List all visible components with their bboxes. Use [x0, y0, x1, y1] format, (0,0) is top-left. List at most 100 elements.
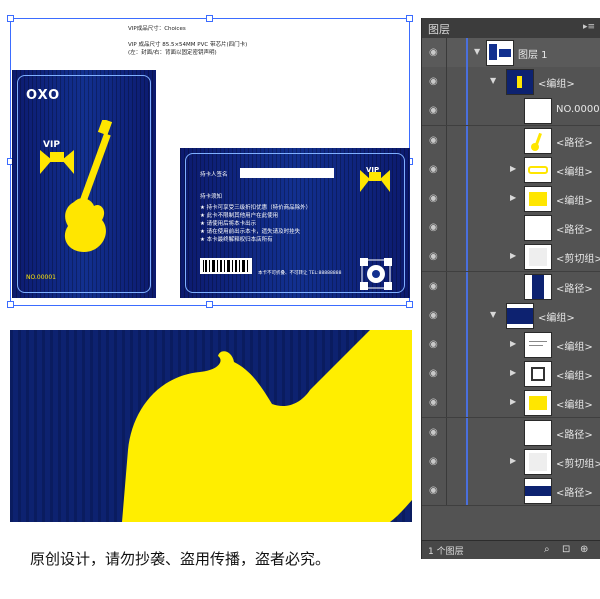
layer-row[interactable]: ◉ ▼ <编组>: [422, 67, 600, 98]
expand-triangle-icon[interactable]: ▶: [510, 339, 516, 348]
layer-row[interactable]: ◉ ▶ <编组>: [422, 388, 600, 419]
new-layer-icon[interactable]: ⊕: [580, 544, 588, 555]
layer-row[interactable]: ◉ ▶ <编组>: [422, 154, 600, 185]
layer-name[interactable]: 图层 1: [518, 46, 548, 61]
layer-row[interactable]: ◉ ▼ 图层 1: [422, 38, 600, 68]
layer-color-bar: [466, 417, 468, 447]
expand-triangle-icon[interactable]: ▶: [510, 164, 516, 173]
lock-column[interactable]: [446, 388, 447, 418]
visibility-eye-icon[interactable]: ◉: [429, 456, 438, 467]
collapse-triangle-icon[interactable]: ▼: [490, 310, 496, 319]
layer-row[interactable]: ◉ ▶ <编组>: [422, 359, 600, 390]
lock-column[interactable]: [446, 38, 447, 67]
visibility-eye-icon[interactable]: ◉: [429, 397, 438, 408]
make-clipping-mask-icon[interactable]: ⊡: [562, 544, 570, 555]
expand-triangle-icon[interactable]: ▶: [510, 368, 516, 377]
notice-line: ★ 请在使用前出示本卡，遗失请及时挂失: [200, 229, 301, 235]
collapse-triangle-icon[interactable]: ▼: [490, 76, 496, 85]
lock-column[interactable]: [446, 330, 447, 359]
layer-name[interactable]: <编组>: [556, 192, 593, 207]
layer-name[interactable]: <编组>: [556, 163, 593, 178]
layer-row[interactable]: ◉ ▶ <剪切组>: [422, 446, 600, 477]
selection-handle[interactable]: [7, 301, 14, 308]
expand-triangle-icon[interactable]: ▶: [510, 251, 516, 260]
lock-column[interactable]: [446, 300, 447, 330]
layer-name[interactable]: <路径>: [556, 221, 593, 236]
selection-handle[interactable]: [406, 301, 413, 308]
layer-row[interactable]: ◉ <路径>: [422, 476, 600, 506]
layer-name[interactable]: <路径>: [556, 280, 593, 295]
layer-row[interactable]: ◉ ▼ <编组>: [422, 300, 600, 331]
visibility-eye-icon[interactable]: ◉: [429, 310, 438, 321]
visibility-eye-icon[interactable]: ◉: [429, 222, 438, 233]
lock-column[interactable]: [446, 417, 447, 447]
layer-thumbnail: [524, 186, 552, 212]
selection-handle[interactable]: [7, 15, 14, 22]
lock-column[interactable]: [446, 242, 447, 272]
lock-column[interactable]: [446, 213, 447, 243]
visibility-eye-icon[interactable]: ◉: [429, 339, 438, 350]
visibility-eye-icon[interactable]: ◉: [429, 368, 438, 379]
layer-name[interactable]: <编组>: [556, 338, 593, 353]
lock-column[interactable]: [446, 271, 447, 301]
visibility-eye-icon[interactable]: ◉: [429, 47, 438, 58]
lock-column[interactable]: [446, 67, 447, 97]
vip-card-back[interactable]: 持卡人签名 持卡须知 ★ 持卡可享受三级折扣优惠（特价商品除外） ★ 此卡不限制…: [180, 148, 410, 298]
lock-column[interactable]: [446, 446, 447, 476]
lock-column[interactable]: [446, 96, 447, 126]
lock-column[interactable]: [446, 184, 447, 213]
expand-triangle-icon[interactable]: ▶: [510, 193, 516, 202]
locate-object-icon[interactable]: ⌕: [544, 544, 550, 555]
layer-name[interactable]: <编组>: [538, 309, 575, 324]
layer-row[interactable]: ◉ ▶ <剪切组>: [422, 242, 600, 273]
layer-row[interactable]: ◉ NO.00001: [422, 96, 600, 127]
vip-text: VIP: [43, 140, 60, 150]
panel-menu-icon[interactable]: ▸≡: [583, 22, 595, 32]
visibility-eye-icon[interactable]: ◉: [429, 135, 438, 146]
layer-name[interactable]: <路径>: [556, 134, 593, 149]
expand-triangle-icon[interactable]: ▶: [510, 456, 516, 465]
collapse-triangle-icon[interactable]: ▼: [474, 47, 480, 56]
layer-row[interactable]: ◉ ▶ <编组>: [422, 330, 600, 360]
layer-row[interactable]: ◉ ▶ <编组>: [422, 184, 600, 214]
selection-handle[interactable]: [206, 301, 213, 308]
visibility-eye-icon[interactable]: ◉: [429, 164, 438, 175]
artboard-canvas[interactable]: VIP成品尺寸：Choices VIP 成品尺寸 85.5×54MM PVC 带…: [7, 15, 413, 308]
layer-name[interactable]: NO.00001: [556, 104, 600, 115]
vip-text: VIP: [366, 166, 380, 174]
layers-panel[interactable]: 图层 ▸≡ ◉ ▼ 图层 1 ◉ ▼ <编组> ◉ NO.00001 ◉ <路径> ◉ ▶ <编组> ◉ ▶…: [421, 18, 600, 559]
layer-row[interactable]: ◉ <路径>: [422, 417, 600, 448]
visibility-eye-icon[interactable]: ◉: [429, 105, 438, 116]
layer-color-bar: [466, 154, 468, 184]
layer-color-bar: [466, 67, 468, 97]
layer-row[interactable]: ◉ <路径>: [422, 213, 600, 244]
lock-column[interactable]: [446, 476, 447, 505]
lock-column[interactable]: [446, 125, 447, 155]
notice-line: ★ 请使用后将本卡出示: [200, 221, 257, 227]
lock-column[interactable]: [446, 154, 447, 184]
visibility-eye-icon[interactable]: ◉: [429, 485, 438, 496]
layer-row[interactable]: ◉ <路径>: [422, 125, 600, 156]
visibility-eye-icon[interactable]: ◉: [429, 251, 438, 262]
layer-name[interactable]: <路径>: [556, 426, 593, 441]
visibility-eye-icon[interactable]: ◉: [429, 76, 438, 87]
visibility-eye-icon[interactable]: ◉: [429, 281, 438, 292]
layers-tab[interactable]: 图层 ▸≡: [422, 18, 600, 38]
layer-row[interactable]: ◉ <路径>: [422, 271, 600, 302]
visibility-eye-icon[interactable]: ◉: [429, 427, 438, 438]
layer-name[interactable]: <编组>: [538, 75, 575, 90]
layer-color-bar: [466, 388, 468, 418]
selection-handle[interactable]: [406, 15, 413, 22]
layer-name[interactable]: <剪切组>: [556, 455, 600, 470]
visibility-eye-icon[interactable]: ◉: [429, 193, 438, 204]
lock-column[interactable]: [446, 359, 447, 389]
selection-handle[interactable]: [206, 15, 213, 22]
layer-name[interactable]: <剪切组>: [556, 250, 600, 265]
brand-logo: OXO: [26, 88, 61, 103]
layer-name[interactable]: <编组>: [556, 367, 593, 382]
expand-triangle-icon[interactable]: ▶: [510, 397, 516, 406]
layer-name[interactable]: <路径>: [556, 484, 593, 499]
layer-thumbnail: [524, 127, 552, 154]
layer-name[interactable]: <编组>: [556, 396, 593, 411]
vip-card-front[interactable]: OXO VIP NO.00001: [12, 70, 156, 298]
